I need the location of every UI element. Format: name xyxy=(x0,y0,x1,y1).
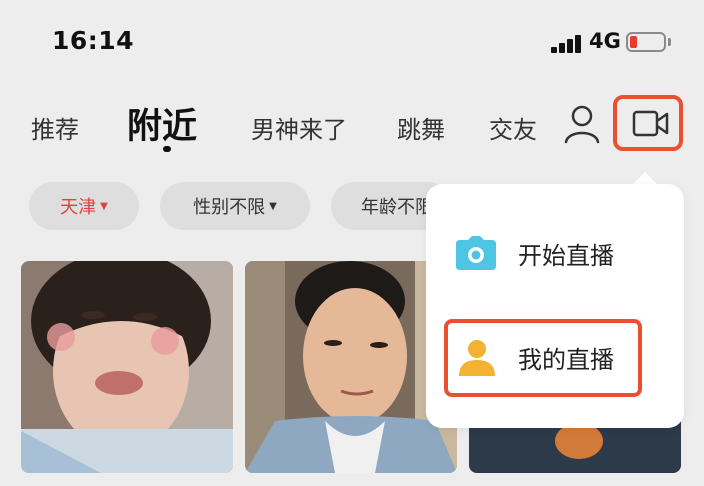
camera-icon xyxy=(456,236,496,270)
stream-card[interactable] xyxy=(21,261,233,473)
video-camera-icon xyxy=(632,110,669,137)
tab-male-gods[interactable]: 男神来了 xyxy=(251,110,347,145)
start-live-menu-item[interactable]: 开始直播 xyxy=(426,215,684,291)
tab-friends[interactable]: 交友 xyxy=(489,110,537,145)
city-filter[interactable]: 天津 ▼ xyxy=(29,182,139,230)
tab-nearby[interactable]: 附近 xyxy=(127,98,197,149)
city-filter-label: 天津 xyxy=(60,197,97,218)
gender-filter-label: 性别不限 xyxy=(193,197,266,218)
network-label: 4G xyxy=(589,29,621,53)
chevron-down-icon: ▼ xyxy=(269,200,277,212)
tab-dance[interactable]: 跳舞 xyxy=(397,110,445,145)
tab-recommend[interactable]: 推荐 xyxy=(31,110,79,145)
age-filter-label: 年龄不限 xyxy=(361,197,433,218)
signal-icon xyxy=(551,33,585,53)
active-tab-indicator xyxy=(163,146,171,152)
user-icon[interactable] xyxy=(563,104,601,144)
gender-filter[interactable]: 性别不限 ▼ xyxy=(160,182,310,230)
chevron-down-icon: ▼ xyxy=(100,200,108,212)
battery-icon xyxy=(626,32,666,52)
my-live-highlight xyxy=(444,319,642,397)
stream-thumbnail xyxy=(21,261,233,473)
start-live-label: 开始直播 xyxy=(518,241,614,270)
video-camera-button[interactable] xyxy=(613,95,683,151)
status-time: 16:14 xyxy=(52,26,135,55)
battery-tip xyxy=(668,38,671,46)
